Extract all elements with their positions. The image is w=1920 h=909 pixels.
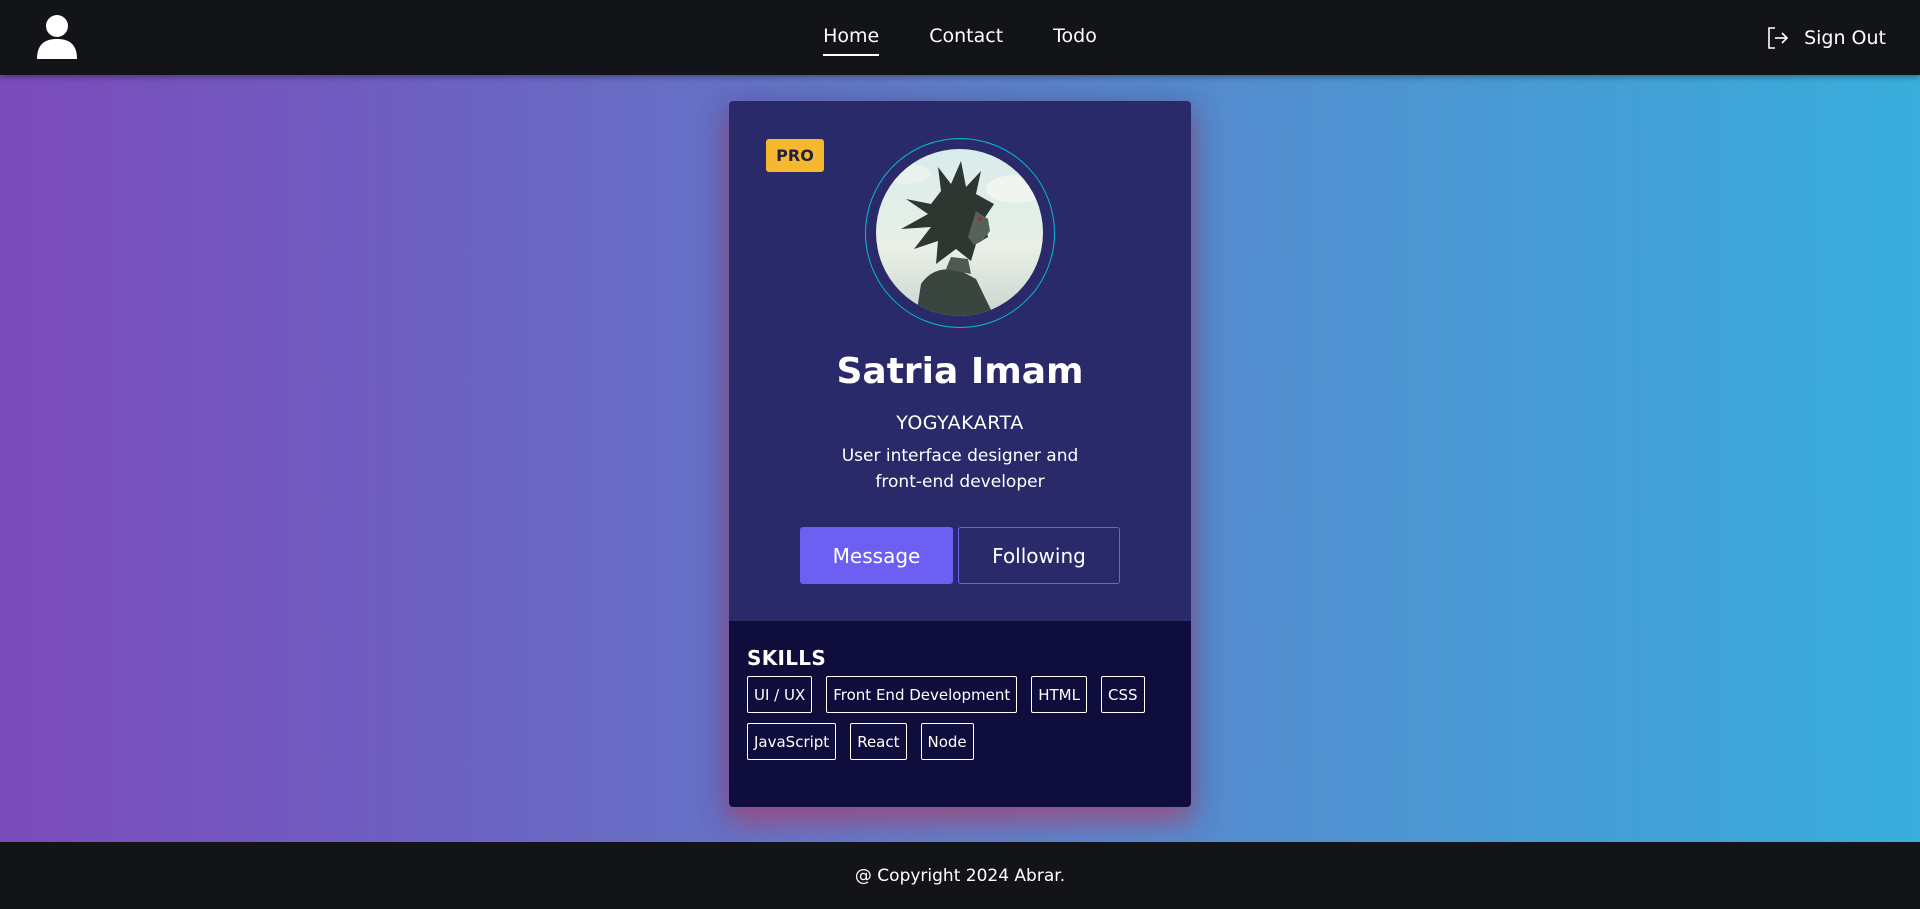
profile-card: PRO Satria Imam YOGYAKARTA User interfac…	[729, 101, 1191, 807]
skill-tag: JavaScript	[747, 723, 837, 760]
profile-name: Satria Imam	[836, 351, 1084, 392]
nav-link-contact[interactable]: Contact	[929, 24, 1003, 56]
skill-tag: HTML	[1031, 676, 1087, 713]
pro-badge: PRO	[766, 139, 824, 172]
profile-bio-line-1: User interface designer and	[841, 446, 1079, 466]
avatar	[876, 149, 1043, 316]
footer: @ Copyright 2024 Abrar.	[0, 842, 1920, 909]
sign-out-label: Sign Out	[1804, 27, 1886, 49]
message-button[interactable]: Message	[800, 527, 953, 584]
skill-tag: UI / UX	[747, 676, 813, 713]
sign-out-button[interactable]: Sign Out	[1766, 24, 1886, 52]
nav-link-todo[interactable]: Todo	[1053, 24, 1097, 56]
nav-link-home[interactable]: Home	[823, 24, 880, 56]
avatar-ring	[865, 138, 1055, 328]
profile-bio-line-2: front-end developer	[875, 472, 1045, 492]
following-button[interactable]: Following	[958, 527, 1120, 584]
skill-tag: Front End Development	[826, 676, 1018, 713]
profile-card-top: PRO Satria Imam YOGYAKARTA User interfac…	[729, 101, 1191, 621]
skill-tag: React	[850, 723, 907, 760]
footer-copyright: @ Copyright 2024 Abrar.	[854, 865, 1066, 886]
sign-out-icon	[1766, 26, 1790, 50]
skills-section: SKILLS UI / UX Front End Development HTM…	[729, 621, 1191, 807]
skills-title: SKILLS	[747, 646, 827, 670]
skills-list: UI / UX Front End Development HTML CSS J…	[747, 676, 1177, 760]
skill-tag: Node	[920, 723, 974, 760]
skill-tag: CSS	[1100, 676, 1145, 713]
profile-bio: User interface designer and front-end de…	[825, 443, 1095, 495]
profile-actions: Message Following	[800, 527, 1120, 585]
nav-links: Home Contact Todo	[0, 24, 1920, 56]
profile-city: YOGYAKARTA	[896, 412, 1024, 434]
top-navbar: Home Contact Todo Sign Out	[0, 0, 1920, 75]
